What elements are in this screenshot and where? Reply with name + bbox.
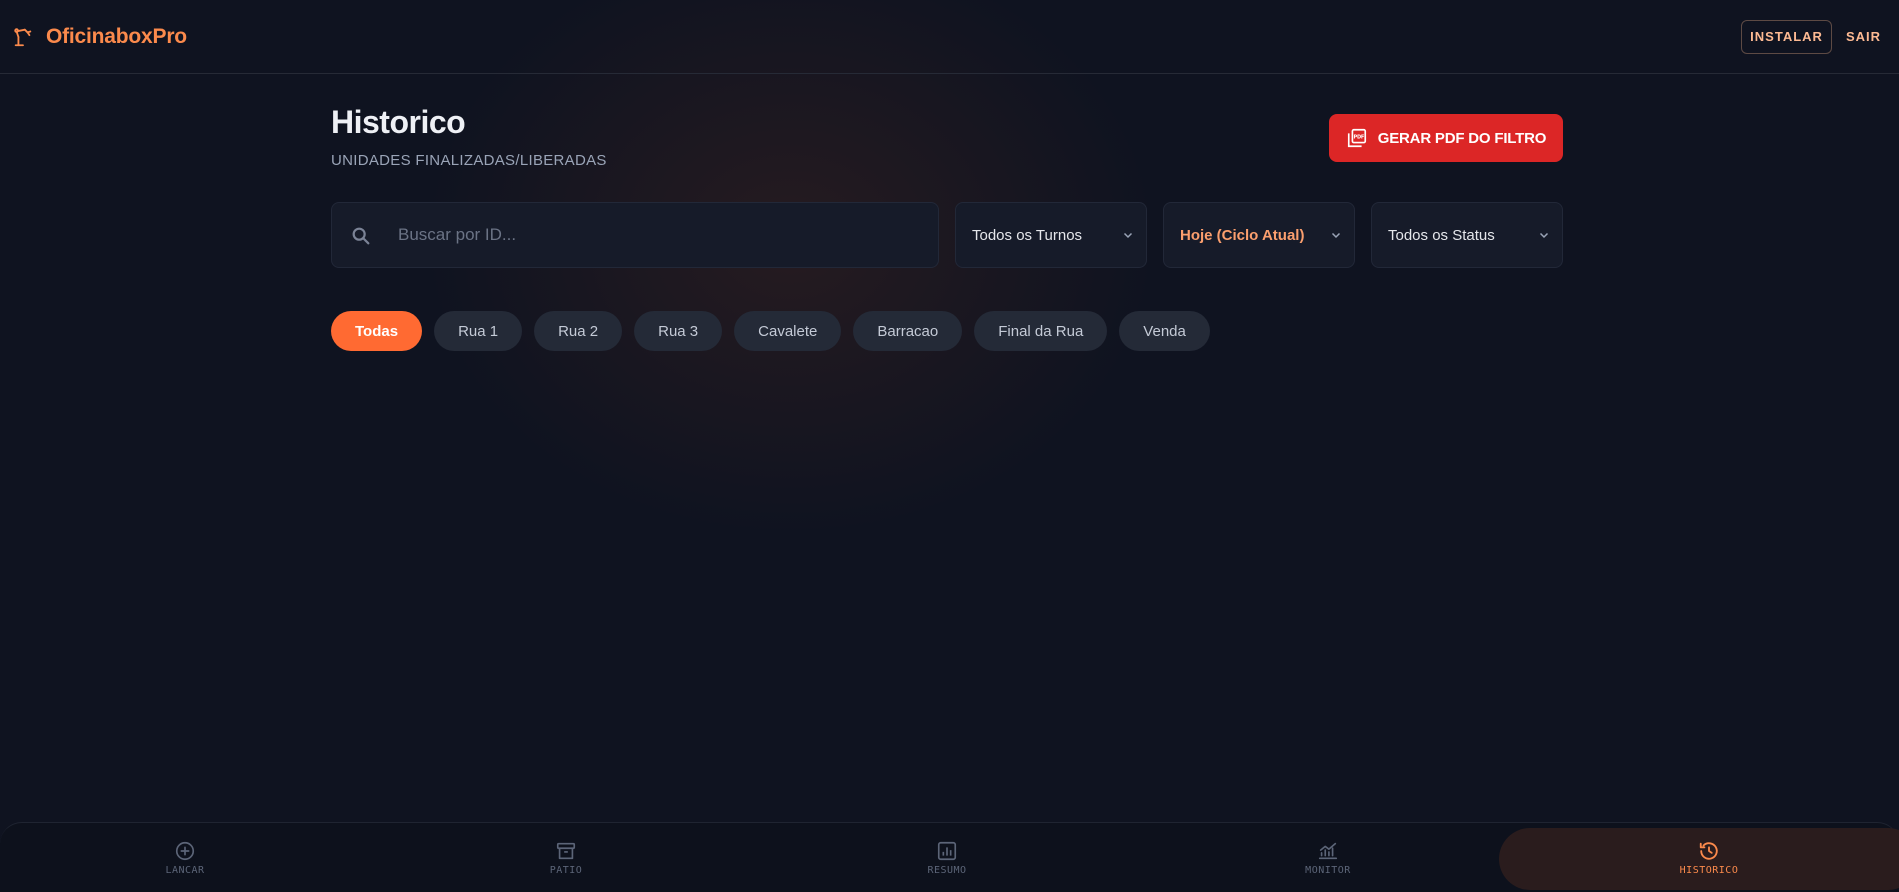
search-box[interactable]: [331, 202, 939, 268]
chevron-down-icon: [1331, 232, 1341, 239]
install-button[interactable]: INSTALAR: [1741, 19, 1832, 54]
chevron-down-icon: [1539, 232, 1549, 239]
nav-label: RESUMO: [927, 865, 967, 876]
chip-todas[interactable]: Todas: [331, 311, 423, 351]
chip-rua-1[interactable]: Rua 1: [434, 311, 523, 351]
status-select-value: Todos os Status: [1388, 226, 1495, 244]
nav-patio[interactable]: PATIO: [496, 823, 636, 892]
search-input[interactable]: [398, 203, 918, 267]
nav-monitor[interactable]: MONITOR: [1258, 823, 1398, 892]
logout-button[interactable]: SAIR: [1846, 29, 1881, 44]
page-subtitle: UNIDADES FINALIZADAS/LIBERADAS: [331, 152, 607, 169]
top-bar: OficinaboxPro INSTALAR SAIR: [0, 0, 1899, 74]
period-select-value: Hoje (Ciclo Atual): [1180, 226, 1305, 244]
chip-barracao[interactable]: Barracao: [853, 311, 963, 351]
brand-name: OficinaboxPro: [46, 24, 187, 48]
svg-text:PDF: PDF: [1353, 134, 1364, 140]
chip-rua-3[interactable]: Rua 3: [634, 311, 723, 351]
chip-venda[interactable]: Venda: [1119, 311, 1210, 351]
bar-chart-icon: [937, 841, 957, 861]
chevron-down-icon: [1123, 232, 1133, 239]
chip-cavalete[interactable]: Cavalete: [734, 311, 842, 351]
chip-rua-2[interactable]: Rua 2: [534, 311, 623, 351]
chip-final-da-rua[interactable]: Final da Rua: [974, 311, 1108, 351]
nav-label: PATIO: [549, 865, 583, 876]
bottom-nav: LANCAR PATIO RESUMO MONITOR HISTORICO: [0, 822, 1899, 892]
page-title: Historico: [331, 104, 466, 140]
nav-label: LANCAR: [165, 865, 205, 876]
shift-select-value: Todos os Turnos: [972, 226, 1083, 244]
shift-select[interactable]: Todos os Turnos: [955, 202, 1147, 268]
filters-row: Todos os Turnos Hoje (Ciclo Atual) Todos…: [331, 202, 1563, 268]
pdf-icon: PDF: [1347, 128, 1366, 148]
nav-resumo[interactable]: RESUMO: [877, 823, 1017, 892]
nav-label: MONITOR: [1305, 865, 1351, 876]
trend-chart-icon: [1318, 842, 1338, 860]
nav-historico[interactable]: HISTORICO: [1639, 823, 1779, 892]
location-chips: Todas Rua 1 Rua 2 Rua 3 Cavalete Barraca…: [331, 311, 1210, 351]
nav-label: HISTORICO: [1679, 865, 1739, 876]
generate-pdf-label: GERAR PDF DO FILTRO: [1377, 129, 1547, 147]
brand[interactable]: OficinaboxPro: [12, 25, 187, 49]
search-icon: [352, 227, 370, 245]
robot-arm-icon: [14, 27, 32, 46]
generate-pdf-button[interactable]: PDF GERAR PDF DO FILTRO: [1329, 114, 1563, 162]
archive-icon: [556, 842, 576, 860]
top-actions: INSTALAR SAIR: [1741, 19, 1881, 54]
status-select[interactable]: Todos os Status: [1371, 202, 1563, 268]
history-icon: [1699, 842, 1718, 860]
period-select[interactable]: Hoje (Ciclo Atual): [1163, 202, 1355, 268]
nav-lancar[interactable]: LANCAR: [115, 823, 255, 892]
plus-circle-icon: [175, 841, 195, 861]
